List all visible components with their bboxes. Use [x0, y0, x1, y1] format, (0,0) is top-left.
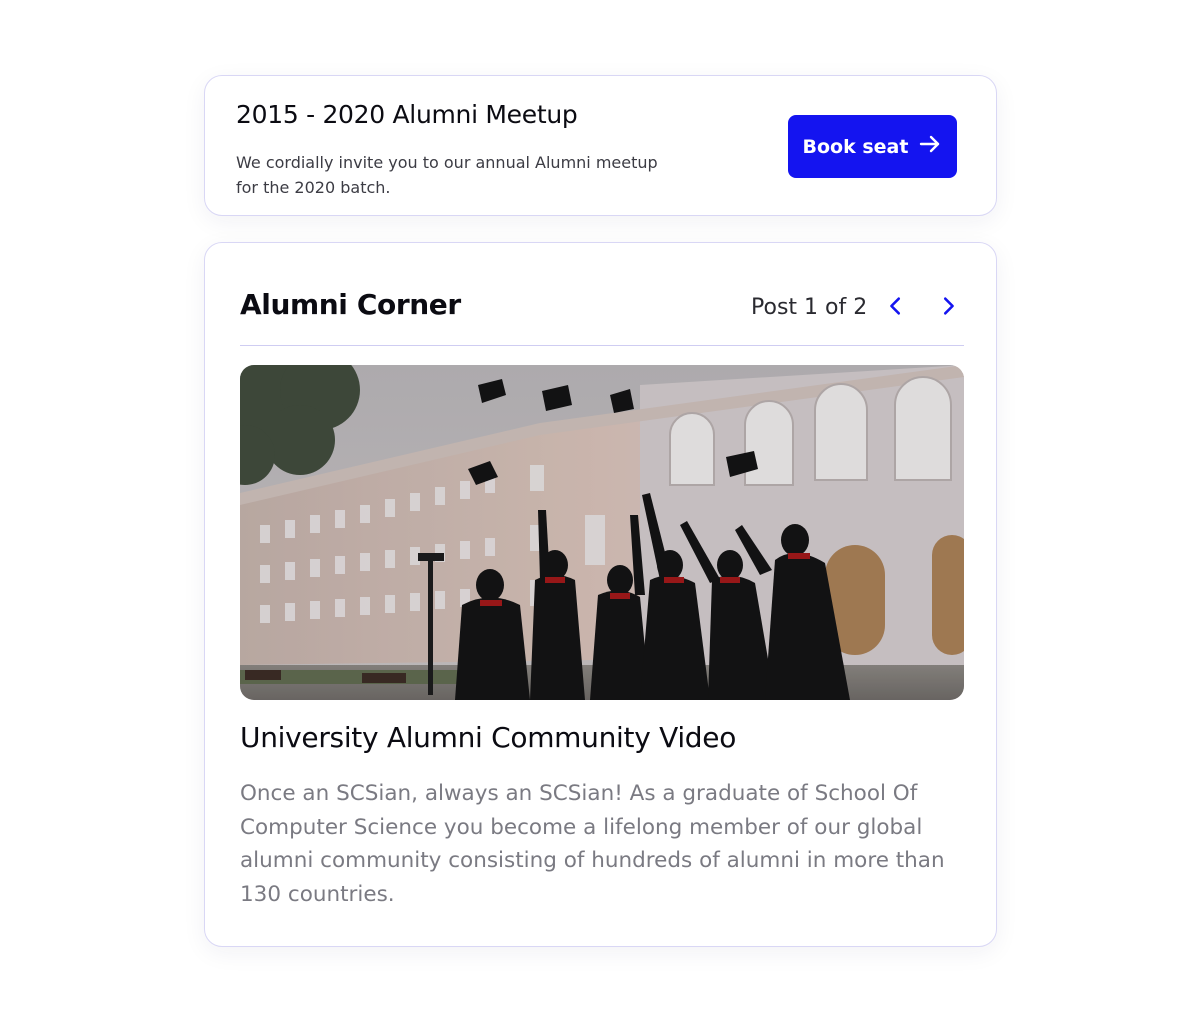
post-title: University Alumni Community Video: [240, 721, 737, 754]
book-seat-label: Book seat: [802, 135, 909, 158]
post-body: Once an SCSian, always an SCSian! As a g…: [240, 781, 945, 907]
arrow-right-icon: [918, 132, 942, 161]
header-divider: [240, 345, 964, 346]
next-post-button[interactable]: [934, 293, 962, 321]
event-card: 2015 - 2020 Alumni Meetup We cordially i…: [204, 75, 997, 216]
alumni-corner-card: Alumni Corner Post 1 of 2 University Alu…: [204, 242, 997, 947]
alumni-corner-title: Alumni Corner: [240, 288, 461, 321]
previous-post-button[interactable]: [882, 293, 910, 321]
post-image: [240, 365, 964, 700]
chevron-right-icon: [937, 295, 959, 320]
post-counter: Post 1 of 2: [751, 295, 868, 320]
chevron-left-icon: [885, 295, 907, 320]
event-description: We cordially invite you to our annual Al…: [236, 153, 658, 197]
event-title: 2015 - 2020 Alumni Meetup: [236, 100, 578, 129]
book-seat-button[interactable]: Book seat: [788, 115, 957, 178]
